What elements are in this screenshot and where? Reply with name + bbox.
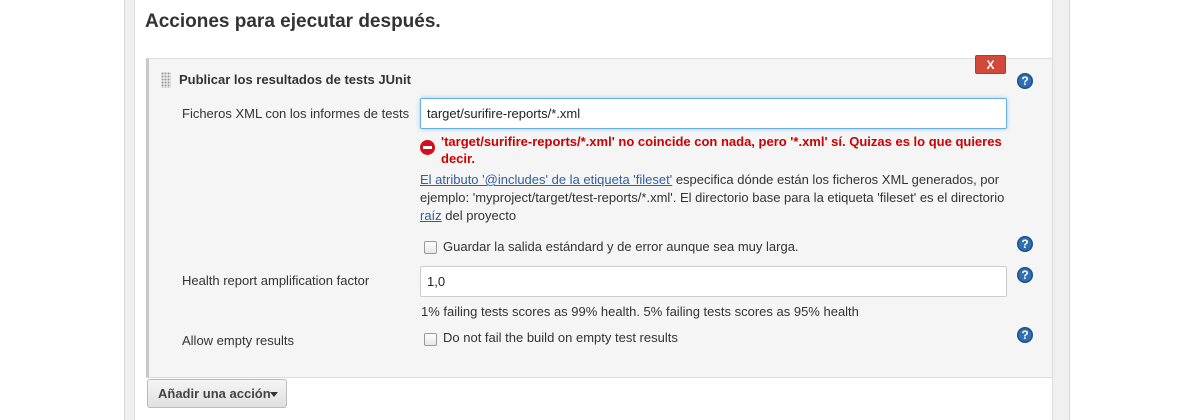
health-scale-help-icon[interactable]: ? xyxy=(1017,267,1033,283)
allow-empty-checkbox-label[interactable]: Do not fail the build on empty test resu… xyxy=(443,330,678,345)
health-scale-hint: 1% failing tests scores as 99% health. 5… xyxy=(421,304,859,319)
add-action-button[interactable]: Añadir una acción xyxy=(147,379,287,408)
add-action-label: Añadir una acción xyxy=(158,386,271,401)
test-results-label: Ficheros XML con los informes de tests xyxy=(182,106,410,121)
error-icon xyxy=(420,140,435,155)
delete-step-button[interactable]: X xyxy=(975,55,1006,74)
caret-down-icon xyxy=(270,392,278,397)
root-dir-link[interactable]: raíz xyxy=(420,208,442,223)
test-results-input[interactable] xyxy=(420,98,1007,129)
help-text-part2: del proyecto xyxy=(441,208,517,223)
keep-long-stdio-help-icon[interactable]: ? xyxy=(1017,236,1033,252)
validation-error: 'target/surifire-reports/*.xml' no coinc… xyxy=(441,134,1002,166)
keep-long-stdio-checkbox[interactable] xyxy=(424,241,437,254)
allow-empty-label: Allow empty results xyxy=(182,333,294,348)
health-scale-label: Health report amplification factor xyxy=(182,273,370,288)
step-help-icon[interactable]: ? xyxy=(1017,73,1033,89)
test-results-help: El atributo '@includes' de la etiqueta '… xyxy=(420,171,1020,225)
fileset-includes-link[interactable]: El atributo '@includes' de la etiqueta '… xyxy=(420,172,672,187)
health-scale-input[interactable] xyxy=(420,266,1007,297)
step-title: Publicar los resultados de tests JUnit xyxy=(179,72,411,87)
section-title: Acciones para ejecutar después. xyxy=(145,11,441,32)
keep-long-stdio-label[interactable]: Guardar la salida estándard y de error a… xyxy=(443,239,799,254)
drag-handle-icon[interactable] xyxy=(161,72,171,88)
allow-empty-help-icon[interactable]: ? xyxy=(1017,327,1033,343)
allow-empty-checkbox[interactable] xyxy=(424,333,437,346)
